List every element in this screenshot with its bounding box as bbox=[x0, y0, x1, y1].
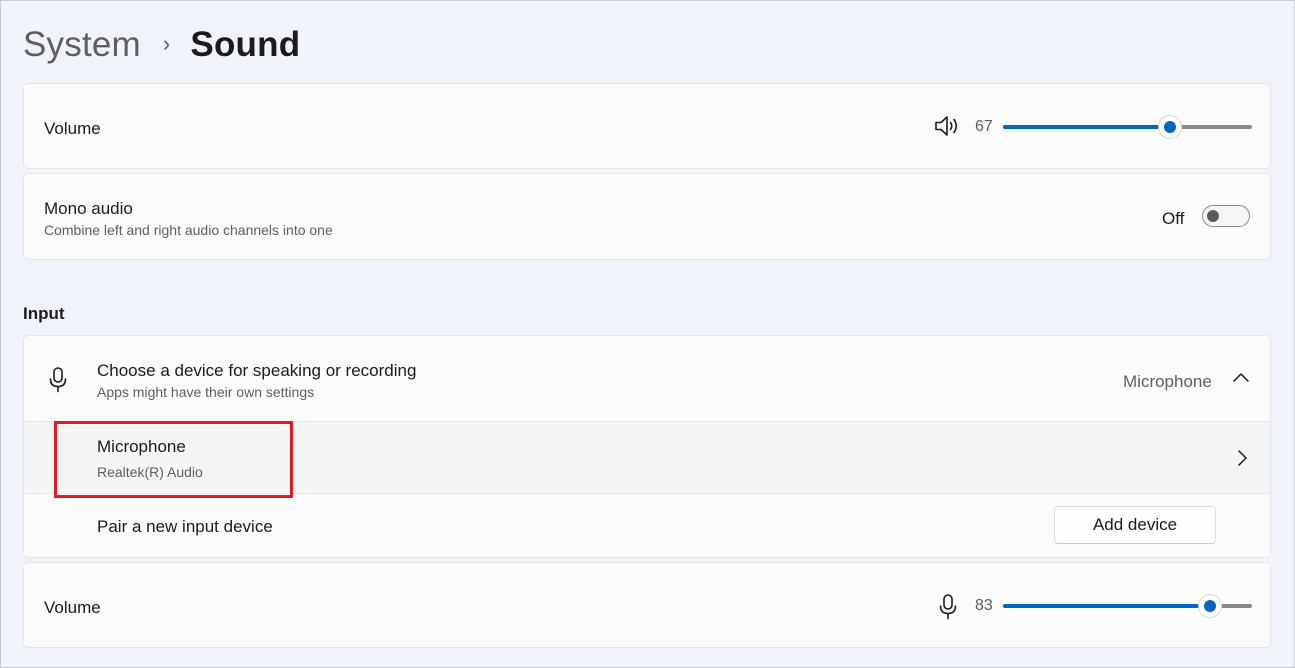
choose-device-label: Choose a device for speaking or recordin… bbox=[97, 361, 417, 380]
chevron-right-icon bbox=[1235, 449, 1249, 467]
output-volume-value: 67 bbox=[975, 118, 993, 135]
output-volume-fill bbox=[1003, 125, 1170, 129]
input-device-name: Microphone bbox=[97, 437, 186, 456]
input-device-detail: Realtek(R) Audio bbox=[97, 464, 203, 480]
breadcrumb-separator: › bbox=[162, 31, 171, 56]
output-volume-thumb[interactable] bbox=[1159, 116, 1181, 138]
input-volume-card: Volume 83 bbox=[23, 562, 1271, 648]
toggle-knob bbox=[1207, 210, 1219, 222]
speaker-icon[interactable] bbox=[933, 112, 961, 140]
mono-audio-label: Mono audio bbox=[44, 199, 133, 218]
mono-audio-card: Mono audio Combine left and right audio … bbox=[23, 173, 1271, 260]
add-device-button[interactable]: Add device bbox=[1054, 506, 1216, 544]
input-device-item-microphone[interactable]: Microphone Realtek(R) Audio bbox=[24, 421, 1270, 494]
microphone-icon bbox=[47, 366, 69, 394]
pair-device-label: Pair a new input device bbox=[97, 517, 273, 536]
output-volume-slider[interactable] bbox=[1003, 116, 1252, 138]
mono-audio-description: Combine left and right audio channels in… bbox=[44, 222, 333, 238]
output-volume-card: Volume 67 bbox=[23, 83, 1271, 169]
choose-device-description: Apps might have their own settings bbox=[97, 384, 315, 400]
page-title: Sound bbox=[190, 25, 301, 64]
selected-input-device: Microphone bbox=[1123, 372, 1212, 391]
settings-window: System › Sound Volume 67 Mono audio Comb… bbox=[0, 0, 1295, 668]
input-volume-fill bbox=[1003, 604, 1210, 608]
breadcrumb-system-link[interactable]: System bbox=[23, 25, 141, 65]
breadcrumb: System › Sound bbox=[23, 23, 300, 67]
input-volume-thumb[interactable] bbox=[1199, 595, 1221, 617]
chevron-up-icon[interactable] bbox=[1232, 371, 1250, 385]
input-section-heading: Input bbox=[23, 304, 65, 323]
output-volume-label: Volume bbox=[44, 119, 101, 138]
input-volume-label: Volume bbox=[44, 598, 101, 617]
mono-audio-state-label: Off bbox=[1162, 209, 1185, 228]
mono-audio-toggle[interactable] bbox=[1202, 205, 1250, 227]
input-volume-value: 83 bbox=[975, 597, 993, 614]
input-device-card: Choose a device for speaking or recordin… bbox=[23, 335, 1271, 558]
input-volume-slider[interactable] bbox=[1003, 595, 1252, 617]
choose-input-device-header[interactable]: Choose a device for speaking or recordin… bbox=[24, 336, 1270, 420]
microphone-icon[interactable] bbox=[937, 593, 959, 621]
pair-input-device-row: Pair a new input device Add device bbox=[24, 494, 1270, 557]
